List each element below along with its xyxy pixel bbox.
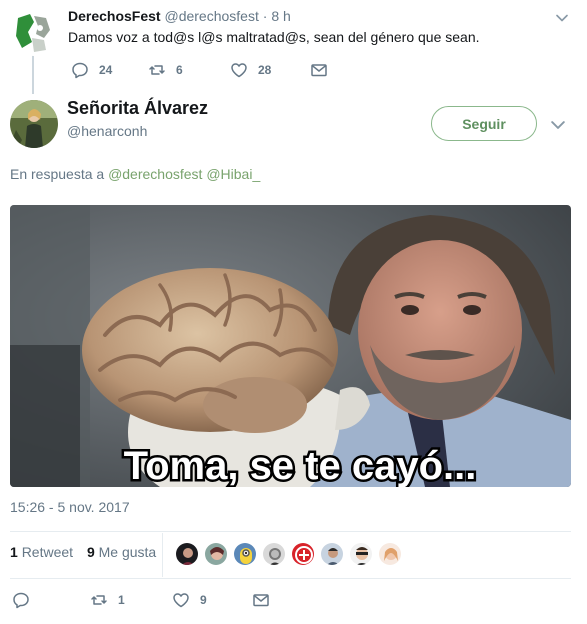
retweet-count: 1 xyxy=(10,544,18,560)
reply-icon xyxy=(13,592,29,609)
reply-button[interactable] xyxy=(12,591,40,609)
parent-display-name[interactable]: DerechosFest xyxy=(68,8,161,24)
like-button[interactable]: 9 xyxy=(172,591,207,609)
follow-button[interactable]: Seguir xyxy=(431,106,537,141)
retweet-button[interactable]: 1 xyxy=(90,591,125,609)
likes-stat[interactable]: 9 Me gusta xyxy=(87,544,156,560)
parent-tweet[interactable]: DerechosFest @derechosfest · 8 h Damos v… xyxy=(0,0,587,94)
reply-mention-derechosfest[interactable]: @derechosfest xyxy=(108,166,202,182)
retweet-icon xyxy=(91,595,107,605)
thread-line xyxy=(32,50,34,94)
heart-icon xyxy=(173,593,189,608)
parent-actions: 24 6 28 xyxy=(68,61,368,79)
parent-like-count: 28 xyxy=(258,63,272,77)
mail-icon xyxy=(253,594,269,607)
tweet-timestamp[interactable]: 15:26 - 5 nov. 2017 xyxy=(10,499,130,515)
liker-avatar[interactable] xyxy=(378,542,402,566)
parent-avatar[interactable] xyxy=(10,8,58,56)
tweet-stats: 1 Retweet 9 Me gusta xyxy=(10,544,156,560)
like-count: 9 xyxy=(86,544,95,560)
parent-like-button[interactable]: 28 xyxy=(230,61,271,79)
liker-avatar[interactable] xyxy=(349,542,373,566)
retweet-action-count: 1 xyxy=(118,593,125,607)
retweet-icon xyxy=(149,65,165,75)
mail-icon xyxy=(311,64,327,77)
stats-separator xyxy=(162,533,163,577)
like-action-count: 9 xyxy=(200,593,207,607)
parent-tweet-text: Damos voz a tod@s l@s maltratad@s, sean … xyxy=(68,29,480,45)
liker-avatar[interactable] xyxy=(233,542,257,566)
like-label: Me gusta xyxy=(98,544,157,560)
retweet-label: Retweet xyxy=(21,544,74,560)
tweet-actions: 1 9 xyxy=(12,591,312,609)
parent-reply-count: 24 xyxy=(99,63,113,77)
liker-avatar[interactable] xyxy=(320,542,344,566)
image-caption: Toma, se te cayó... xyxy=(124,444,477,487)
divider xyxy=(10,578,571,579)
author-handle[interactable]: @henarconh xyxy=(67,123,147,139)
parent-reply-button[interactable]: 24 xyxy=(71,61,112,79)
parent-dm-button[interactable] xyxy=(310,61,328,79)
heart-icon xyxy=(231,63,247,78)
divider xyxy=(10,531,571,532)
parent-header: DerechosFest @derechosfest · 8 h xyxy=(68,8,291,24)
liker-avatar[interactable] xyxy=(262,542,286,566)
tweet-image[interactable]: Toma, se te cayó... xyxy=(10,205,571,487)
liker-avatar[interactable] xyxy=(204,542,228,566)
parent-separator: · xyxy=(262,8,268,24)
author-display-name[interactable]: Señorita Álvarez xyxy=(67,98,208,119)
liker-avatar[interactable] xyxy=(175,542,199,566)
chevron-down-icon[interactable] xyxy=(551,118,565,132)
parent-retweet-button[interactable]: 6 xyxy=(148,61,183,79)
retweets-stat[interactable]: 1 Retweet xyxy=(10,544,73,560)
parent-handle[interactable]: @derechosfest xyxy=(164,8,258,24)
reply-icon xyxy=(72,62,88,79)
reply-mention-hibai[interactable]: @Hibai_ xyxy=(206,166,260,182)
reply-context: En respuesta a @derechosfest @Hibai_ xyxy=(10,166,260,182)
parent-retweet-count: 6 xyxy=(176,63,183,77)
liker-avatar[interactable] xyxy=(291,542,315,566)
chevron-down-icon[interactable] xyxy=(556,12,568,24)
parent-time[interactable]: 8 h xyxy=(271,8,290,24)
dm-button[interactable] xyxy=(252,591,270,609)
reply-prefix: En respuesta a xyxy=(10,166,105,182)
author-avatar[interactable] xyxy=(10,100,58,148)
